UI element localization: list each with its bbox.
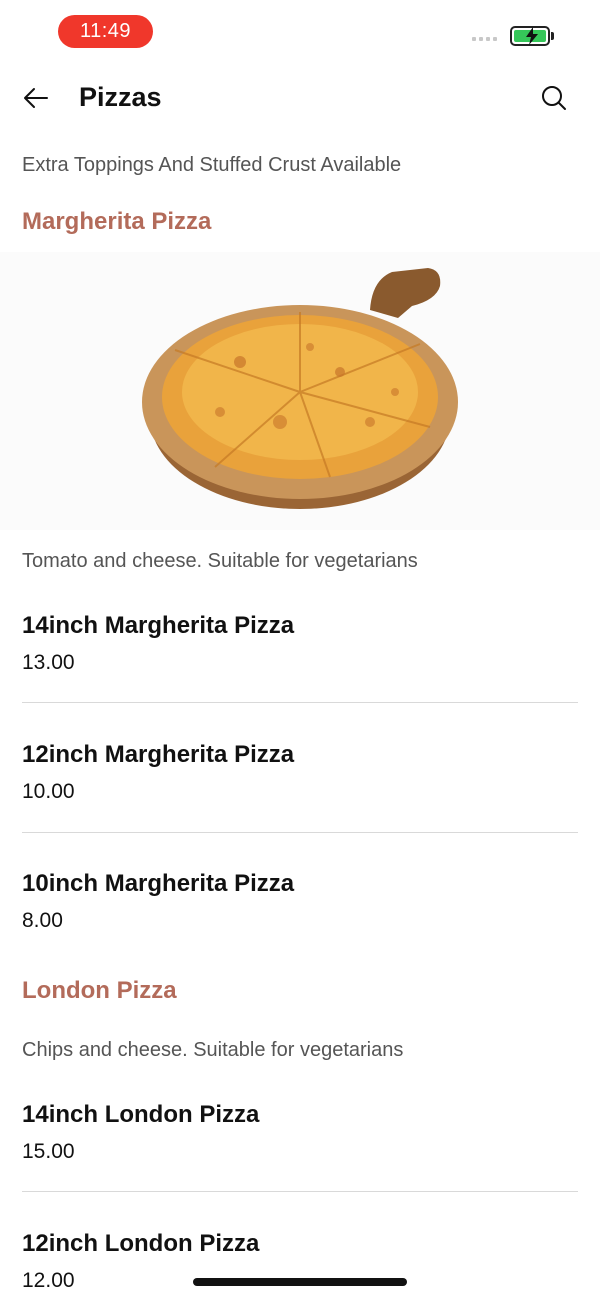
item-name: 12inch London Pizza: [22, 1230, 260, 1257]
item-divider: [22, 832, 578, 833]
section-description-margherita: Tomato and cheese. Suitable for vegetari…: [22, 550, 418, 572]
battery-icon: [510, 26, 550, 46]
item-price: 13.00: [22, 651, 75, 674]
section-description-london: Chips and cheese. Suitable for vegetaria…: [22, 1039, 404, 1061]
item-price: 10.00: [22, 780, 75, 803]
menu-item[interactable]: 12inch Margherita Pizza 10.00: [22, 741, 578, 804]
status-bar: 11:49: [0, 0, 600, 62]
margherita-pizza-image: [0, 252, 600, 530]
status-time: 11:49: [58, 15, 153, 48]
home-indicator[interactable]: [193, 1278, 407, 1286]
search-button[interactable]: [538, 82, 570, 114]
page-title: Pizzas: [79, 82, 162, 112]
item-divider: [22, 702, 578, 703]
search-icon: [542, 86, 566, 110]
pizza-illustration: [142, 268, 458, 509]
item-name: 10inch Margherita Pizza: [22, 870, 295, 897]
signal-icon: [472, 37, 497, 41]
menu-item[interactable]: 14inch Margherita Pizza 13.00: [22, 612, 578, 675]
app-header: Pizzas: [0, 62, 600, 134]
arrow-left-icon: [24, 88, 48, 108]
item-name: 12inch Margherita Pizza: [22, 741, 295, 768]
item-price: 8.00: [22, 909, 63, 932]
back-button[interactable]: [20, 82, 52, 114]
battery-cap: [551, 32, 554, 40]
item-name: 14inch Margherita Pizza: [22, 612, 295, 639]
section-title-london: London Pizza: [22, 977, 177, 1004]
menu-item[interactable]: 14inch London Pizza 15.00: [22, 1101, 578, 1164]
menu-item[interactable]: 10inch Margherita Pizza 8.00: [22, 870, 578, 933]
item-divider: [22, 1191, 578, 1192]
item-name: 14inch London Pizza: [22, 1101, 260, 1128]
section-title-margherita: Margherita Pizza: [22, 208, 212, 235]
category-subtitle: Extra Toppings And Stuffed Crust Availab…: [22, 154, 402, 176]
item-price: 15.00: [22, 1140, 75, 1163]
